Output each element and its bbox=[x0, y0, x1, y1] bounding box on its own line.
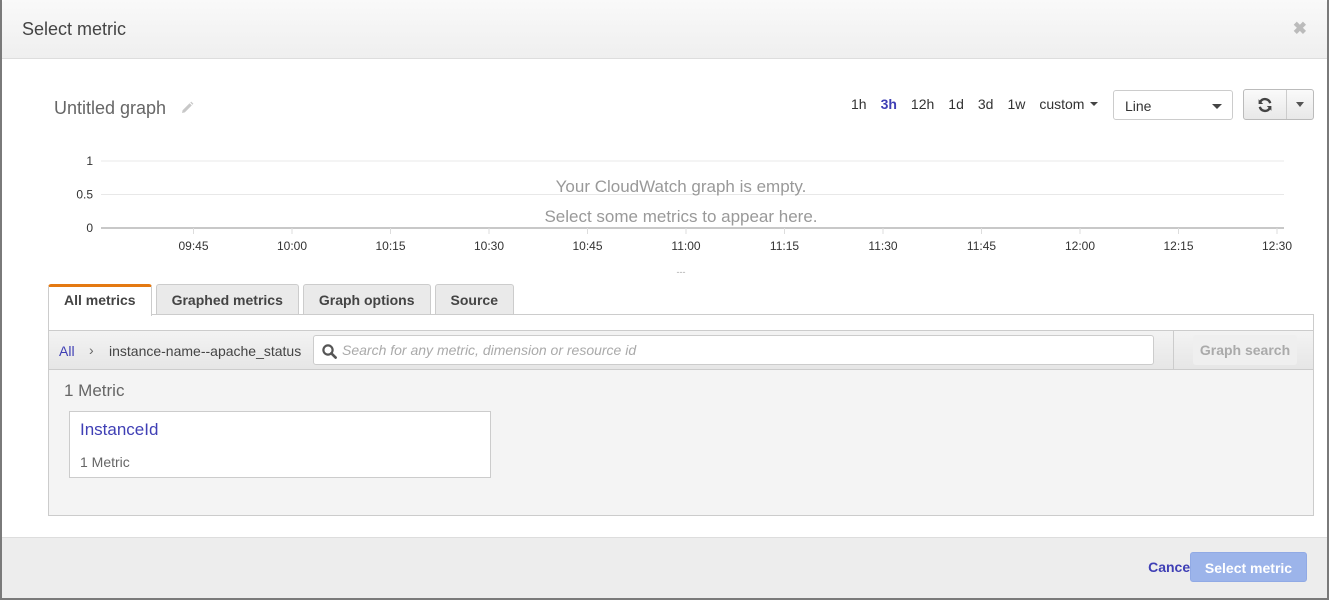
graph-search-button[interactable]: Graph search bbox=[1193, 335, 1297, 365]
refresh-button-group bbox=[1243, 89, 1314, 120]
search-icon bbox=[322, 344, 337, 359]
dimension-card[interactable]: InstanceId 1 Metric bbox=[69, 411, 491, 478]
time-range-3h[interactable]: 3h bbox=[881, 96, 897, 112]
tab-graphed-metrics[interactable]: Graphed metrics bbox=[155, 284, 299, 315]
metrics-chart: 1 0.5 0 09:45 10:00 10:15 10:30 10:45 11:00 11:15… bbox=[2, 145, 1329, 280]
x-tick-label: 11:00 bbox=[671, 239, 700, 253]
time-range-1w[interactable]: 1w bbox=[1007, 96, 1025, 112]
x-tick-label: 10:30 bbox=[474, 239, 504, 253]
x-tick-label: 09:45 bbox=[178, 239, 208, 253]
empty-graph-message-line1: Your CloudWatch graph is empty. bbox=[555, 177, 807, 196]
refresh-icon bbox=[1258, 97, 1272, 112]
refresh-button[interactable] bbox=[1244, 90, 1287, 119]
all-metrics-panel: All › instance-name--apache_status Graph… bbox=[48, 314, 1314, 516]
divider bbox=[1173, 331, 1174, 370]
breadcrumb-all[interactable]: All bbox=[59, 343, 75, 359]
metrics-tabs: All metrics Graphed metrics Graph option… bbox=[48, 284, 518, 316]
select-metric-modal: Select metric ✖ Untitled graph 1h 3h 12h… bbox=[0, 0, 1329, 600]
chart-type-value: Line bbox=[1125, 98, 1152, 114]
x-tick-label: 11:30 bbox=[868, 239, 897, 253]
chevron-down-icon bbox=[1212, 104, 1222, 109]
modal-footer: Cancel Select metric bbox=[2, 537, 1327, 598]
panel-top-strip bbox=[49, 315, 1313, 331]
x-tick-label: 10:00 bbox=[277, 239, 307, 253]
close-icon[interactable]: ✖ bbox=[1293, 19, 1307, 39]
time-range-1d[interactable]: 1d bbox=[948, 96, 964, 112]
time-range-1h[interactable]: 1h bbox=[851, 96, 867, 112]
tab-graph-options[interactable]: Graph options bbox=[302, 284, 431, 315]
dimension-name[interactable]: InstanceId bbox=[80, 420, 158, 440]
chevron-down-icon bbox=[1296, 102, 1304, 107]
x-tick-label: 12:00 bbox=[1065, 239, 1095, 253]
select-metric-button[interactable]: Select metric bbox=[1190, 552, 1307, 582]
metric-search-input[interactable] bbox=[342, 336, 1142, 364]
refresh-options-dropdown[interactable] bbox=[1287, 90, 1313, 119]
time-range-3d[interactable]: 3d bbox=[978, 96, 994, 112]
chart-type-select[interactable]: Line bbox=[1113, 90, 1233, 120]
pencil-icon[interactable] bbox=[180, 101, 194, 115]
tab-source[interactable]: Source bbox=[434, 284, 514, 315]
time-range-selector: 1h 3h 12h 1d 3d 1w custom bbox=[851, 96, 1099, 112]
metric-search-field[interactable] bbox=[313, 335, 1154, 365]
time-range-custom[interactable]: custom bbox=[1039, 96, 1099, 112]
x-tick-label: 12:15 bbox=[1163, 239, 1193, 253]
metric-search-bar: All › instance-name--apache_status Graph… bbox=[49, 331, 1313, 370]
x-tick-label: 11:15 bbox=[770, 239, 799, 253]
x-tick-label: 10:15 bbox=[375, 239, 405, 253]
empty-graph-message-line2: Select some metrics to appear here. bbox=[544, 207, 818, 226]
tab-all-metrics[interactable]: All metrics bbox=[48, 284, 152, 316]
custom-label: custom bbox=[1039, 96, 1085, 112]
graph-title[interactable]: Untitled graph bbox=[54, 98, 166, 119]
dimension-metric-count: 1 Metric bbox=[80, 454, 130, 470]
x-tick-label: 10:45 bbox=[572, 239, 602, 253]
time-range-12h[interactable]: 12h bbox=[911, 96, 934, 112]
metric-count: 1 Metric bbox=[64, 381, 125, 400]
modal-title: Select metric bbox=[22, 19, 127, 39]
chevron-down-icon bbox=[1090, 102, 1099, 106]
breadcrumb-separator-icon: › bbox=[89, 342, 94, 358]
x-tick-label: 12:30 bbox=[1262, 239, 1292, 253]
y-tick-label: 1 bbox=[86, 154, 93, 168]
modal-header: Select metric ✖ bbox=[2, 0, 1327, 59]
breadcrumb-namespace: instance-name--apache_status bbox=[109, 343, 302, 359]
cancel-button[interactable]: Cancel bbox=[1148, 559, 1194, 575]
legend-placeholder: --- bbox=[677, 267, 686, 277]
x-tick-label: 11:45 bbox=[967, 239, 996, 253]
